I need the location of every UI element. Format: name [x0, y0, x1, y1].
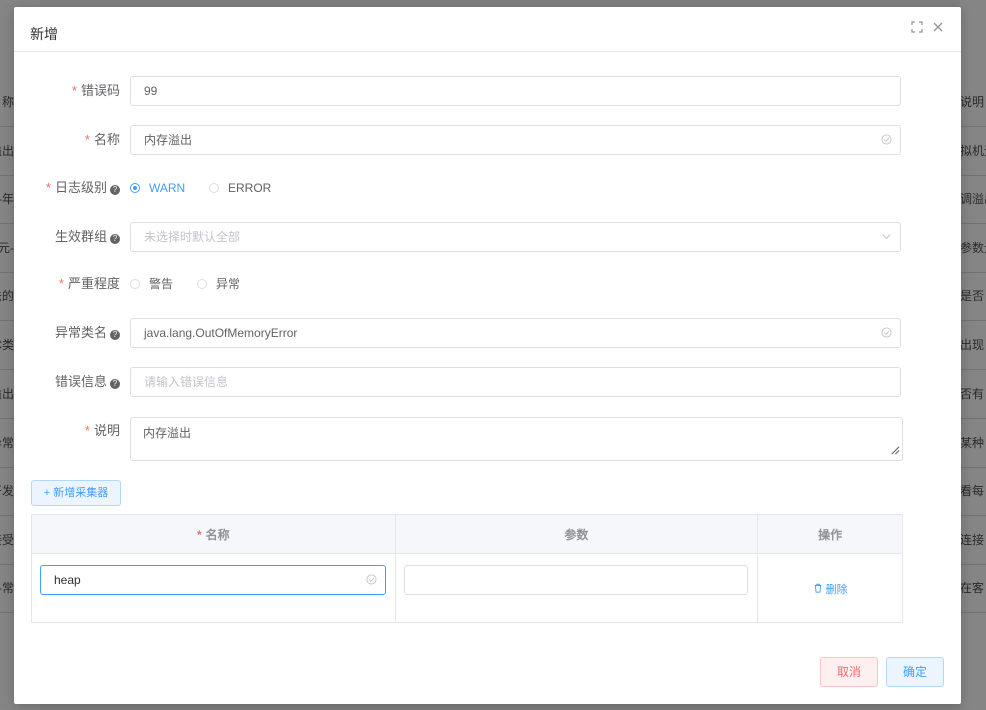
- name-label: * 名称: [84, 132, 120, 147]
- background-row-text: 出现: [960, 321, 986, 370]
- form-item-group: 生效群组? 未选择时默认全部: [14, 222, 961, 252]
- action-cell: 删除: [757, 553, 903, 623]
- error-message-label: 错误信息?: [55, 367, 120, 397]
- background-row-text: 存-年: [0, 175, 14, 224]
- add-collector-button[interactable]: + 新增采集器: [31, 480, 121, 506]
- background-row-text: 溢出: [0, 370, 14, 419]
- background-row-text: 拟机无: [960, 127, 986, 176]
- exception-class-label: 异常类名?: [55, 318, 120, 348]
- param-cell: [394, 553, 759, 623]
- name-input[interactable]: 内存溢出: [130, 125, 901, 155]
- plus-icon: +: [43, 487, 54, 499]
- severity-label: * 严重程度: [58, 276, 120, 291]
- form-item-name: * 名称 内存溢出: [14, 125, 961, 155]
- dialog-title: 新增: [30, 26, 58, 42]
- add-dialog: 新增 * 错误码 99 * 名称 内存溢出 * 日志级别? WARN ERROR 生效…: [14, 7, 961, 704]
- column-header-action: 操作: [757, 514, 903, 554]
- background-row-text: 在客: [960, 564, 986, 613]
- column-header-param: 参数: [394, 514, 759, 554]
- cancel-button[interactable]: 取消: [820, 657, 878, 687]
- description-label: * 说明: [84, 423, 120, 438]
- background-row-text: 看每: [960, 467, 986, 516]
- collector-table: * 名称 参数 操作 heap 删除: [31, 514, 903, 623]
- delete-button[interactable]: 删除: [758, 581, 902, 597]
- group-label: 生效群组?: [55, 222, 120, 252]
- background-row-text: 是否: [960, 272, 986, 321]
- log-level-label: * 日志级别?: [46, 173, 120, 203]
- background-row-text: -元: [0, 224, 14, 273]
- form-item-log-level: * 日志级别? WARN ERROR: [14, 173, 961, 203]
- form-item-error-code: * 错误码 99: [14, 76, 961, 106]
- close-icon[interactable]: [932, 21, 946, 35]
- background-row-text: 某种: [960, 419, 986, 468]
- resize-handle-icon[interactable]: [889, 444, 900, 458]
- form-item-exception-class: 异常类名? java.lang.OutOfMemoryError: [14, 318, 961, 348]
- background-row-text: GC类: [0, 321, 14, 370]
- group-select[interactable]: 未选择时默认全部: [130, 222, 901, 252]
- error-code-input[interactable]: 99: [130, 76, 901, 106]
- background-row-text: 连接: [960, 516, 986, 565]
- chevron-down-icon: [881, 231, 892, 242]
- column-header-name: * 名称: [31, 514, 396, 554]
- background-row-text: 开发: [0, 467, 14, 516]
- exception-class-input[interactable]: java.lang.OutOfMemoryError: [130, 318, 901, 348]
- background-row-text: 法的: [0, 272, 14, 321]
- background-row-text: 参数元: [960, 224, 986, 273]
- background-row-text: 调溢出: [960, 175, 986, 224]
- fullscreen-icon[interactable]: [911, 21, 925, 35]
- background-row-text: 接受: [0, 516, 14, 565]
- valid-check-icon: [881, 134, 892, 145]
- name-cell: heap: [31, 553, 396, 623]
- help-icon: ?: [110, 379, 120, 389]
- background-row-text: 称: [0, 78, 14, 127]
- error-message-input[interactable]: 请输入错误信息: [130, 367, 901, 397]
- valid-check-icon: [366, 574, 377, 588]
- valid-check-icon: [881, 327, 892, 338]
- radio-exception[interactable]: 异常: [197, 269, 240, 299]
- collector-param-input[interactable]: [403, 565, 748, 595]
- trash-icon: [813, 583, 823, 596]
- help-icon: ?: [110, 185, 120, 195]
- background-row-text: 溢出: [0, 127, 14, 176]
- background-row-text: 否有: [960, 370, 986, 419]
- help-icon: ?: [110, 330, 120, 340]
- table-row: heap 删除: [31, 553, 903, 623]
- error-code-label: * 错误码: [71, 83, 120, 98]
- ok-button[interactable]: 确定: [886, 657, 944, 687]
- background-row-text: 常-: [0, 564, 14, 613]
- dialog-header: 新增: [14, 7, 961, 52]
- collector-name-input[interactable]: heap: [40, 565, 386, 595]
- description-textarea[interactable]: 内存溢出: [130, 417, 903, 461]
- radio-error[interactable]: ERROR: [209, 173, 271, 203]
- radio-warn[interactable]: WARN: [130, 173, 185, 203]
- background-row-text: 说明: [960, 78, 986, 127]
- help-icon: ?: [110, 234, 120, 244]
- form-item-error-message: 错误信息? 请输入错误信息: [14, 367, 961, 397]
- background-row-text: 异常: [0, 419, 14, 468]
- radio-warning[interactable]: 警告: [130, 269, 173, 299]
- form-item-severity: * 严重程度 警告 异常: [14, 269, 961, 299]
